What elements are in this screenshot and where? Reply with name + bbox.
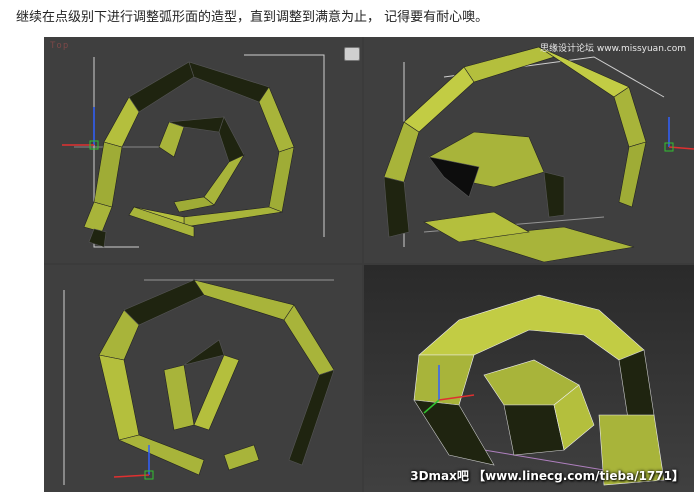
caption-text: 继续在点级别下进行调整弧形面的造型，直到调整到满意为止， 记得要有耐心噢。	[16, 10, 489, 25]
viewport-bottom-left[interactable]	[44, 265, 362, 492]
view-cube-icon[interactable]	[344, 47, 360, 61]
viewport-area[interactable]: Top 思缘设计论坛 www.missyuan.com 3Dmax吧 【www.…	[44, 37, 694, 492]
watermark-top: 思缘设计论坛 www.missyuan.com	[540, 44, 686, 54]
viewport-bottom-right[interactable]: 3Dmax吧 【www.linecg.com/tieba/1771】	[364, 265, 694, 492]
mesh-spiral-top-left	[62, 54, 325, 248]
transform-gizmo-icon	[62, 107, 99, 150]
viewport-top-left[interactable]: Top	[44, 37, 362, 263]
mesh-spiral-top-right	[383, 46, 694, 263]
viewport-top-right[interactable]: 思缘设计论坛 www.missyuan.com	[364, 37, 694, 263]
mesh-spiral-perspective	[364, 265, 694, 492]
mesh-spiral-bottom-left	[63, 279, 335, 485]
watermark-bottom: 3Dmax吧 【www.linecg.com/tieba/1771】	[410, 469, 684, 483]
transform-gizmo-icon	[664, 117, 694, 152]
viewport-label[interactable]: Top	[50, 41, 69, 51]
